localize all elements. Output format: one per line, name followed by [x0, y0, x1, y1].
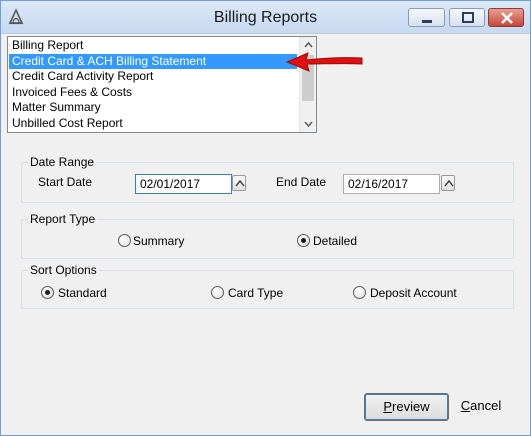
list-item[interactable]: Matter Summary [9, 100, 297, 116]
list-item[interactable]: Credit Card Activity Report [9, 69, 297, 85]
summary-radio[interactable] [118, 234, 131, 247]
date-range-group: Date Range Start Date 02/01/2017 End Dat… [21, 155, 514, 203]
sort-options-legend: Sort Options [28, 263, 99, 277]
report-type-group: Report Type Summary Detailed [21, 212, 514, 259]
sort-options-group: Sort Options Standard Card Type Deposit … [21, 263, 514, 309]
list-item[interactable]: Invoiced Fees & Costs [9, 85, 297, 101]
list-item[interactable]: Unbilled Cost Report [9, 116, 297, 132]
minimize-button[interactable] [408, 8, 445, 27]
end-date-spinner[interactable] [441, 175, 455, 191]
minimize-icon [422, 20, 432, 23]
standard-label[interactable]: Standard [58, 286, 107, 300]
card-type-radio[interactable] [211, 286, 224, 299]
start-date-spinner[interactable] [232, 175, 246, 191]
deposit-account-radio[interactable] [353, 286, 366, 299]
summary-label[interactable]: Summary [133, 234, 184, 248]
cancel-button[interactable]: Cancel [456, 393, 506, 421]
maximize-button[interactable] [449, 8, 485, 27]
preview-mnemonic: P [383, 399, 393, 414]
deposit-account-label[interactable]: Deposit Account [370, 286, 457, 300]
billing-reports-window: Billing Reports Billing Report Credit Car… [0, 0, 531, 436]
red-arrow-icon [285, 52, 363, 72]
preview-label-rest: review [392, 399, 430, 414]
card-type-label[interactable]: Card Type [228, 286, 283, 300]
detailed-label[interactable]: Detailed [313, 234, 357, 248]
close-button[interactable] [488, 8, 524, 27]
end-date-label: End Date [276, 175, 327, 189]
start-date-label: Start Date [38, 175, 93, 189]
chevron-up-icon [444, 179, 454, 187]
cancel-label-rest: ancel [470, 398, 502, 413]
chevron-up-icon [235, 179, 245, 187]
maximize-icon [462, 12, 474, 23]
standard-radio[interactable] [41, 286, 54, 299]
start-date-field[interactable]: 02/01/2017 [135, 174, 232, 194]
report-type-legend: Report Type [28, 212, 98, 226]
date-range-legend: Date Range [28, 155, 97, 169]
title-bar[interactable]: Billing Reports [1, 1, 530, 34]
detailed-radio[interactable] [297, 234, 310, 247]
report-list: Billing Report Credit Card & ACH Billing … [9, 38, 297, 131]
report-listbox[interactable]: Billing Report Credit Card & ACH Billing … [7, 36, 317, 133]
list-item[interactable]: Credit Card & ACH Billing Statement [9, 53, 297, 69]
preview-button[interactable]: Preview [364, 393, 449, 421]
end-date-field[interactable]: 02/16/2017 [343, 174, 440, 194]
list-item[interactable]: Billing Report [9, 38, 297, 54]
cancel-mnemonic: C [460, 398, 471, 413]
close-icon [501, 12, 513, 24]
scroll-down-icon[interactable] [300, 115, 317, 132]
